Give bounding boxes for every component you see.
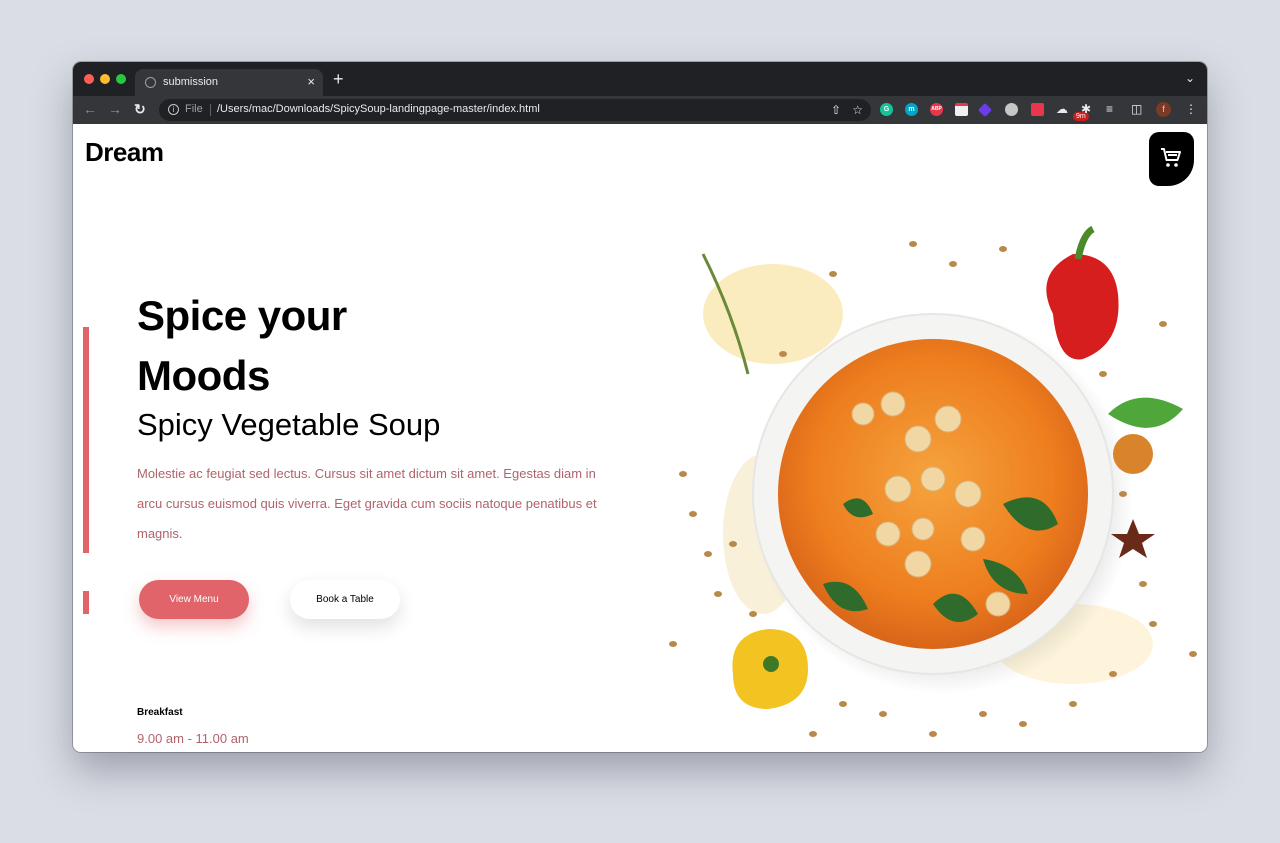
hero-subheading: Spicy Vegetable Soup: [137, 407, 441, 442]
cart-button[interactable]: [1149, 132, 1194, 186]
file-scheme-label: File: [185, 103, 203, 115]
headline-line-2: Moods: [137, 352, 270, 399]
tab-submission[interactable]: submission ×: [135, 69, 323, 96]
profile-avatar[interactable]: f: [1156, 102, 1171, 117]
hours-label: Breakfast: [137, 707, 183, 718]
puzzle-extensions-icon[interactable]: ✱: [1081, 102, 1091, 116]
headline-line-1: Spice your: [137, 292, 347, 339]
forward-arrow-icon[interactable]: →: [108, 101, 122, 117]
grammarly-extension-icon[interactable]: G: [880, 103, 893, 116]
adblock-plus-extension-icon[interactable]: ABP: [930, 103, 943, 116]
m-extension-icon[interactable]: m: [905, 103, 918, 116]
share-icon[interactable]: ⇧: [831, 103, 841, 117]
landing-page: Dream Spice your Moods Spicy Vegetable S…: [73, 124, 1207, 752]
browser-window: submission × + ⌄ ← → ↻ i File /Users/mac…: [73, 62, 1207, 752]
accent-bar-small: [83, 591, 89, 614]
reload-icon[interactable]: ↻: [134, 101, 146, 117]
tab-title: submission: [163, 76, 219, 88]
view-menu-button[interactable]: View Menu: [139, 580, 249, 619]
maximize-window-button[interactable]: [116, 74, 126, 84]
back-arrow-icon[interactable]: ←: [83, 101, 97, 117]
reading-list-icon[interactable]: ≡: [1106, 102, 1113, 116]
soup-bowl-image: [669, 225, 1197, 737]
book-table-button[interactable]: Book a Table: [290, 580, 400, 619]
address-bar[interactable]: i File /Users/mac/Downloads/SpicySoup-la…: [159, 99, 871, 121]
more-menu-icon[interactable]: ⋮: [1185, 102, 1197, 116]
info-icon[interactable]: i: [168, 104, 179, 115]
red-extension-icon[interactable]: [1031, 103, 1044, 116]
divider: [210, 104, 211, 116]
new-tab-button[interactable]: +: [333, 70, 344, 88]
bookmark-star-icon[interactable]: ☆: [852, 103, 863, 117]
close-window-button[interactable]: [84, 74, 94, 84]
minimize-window-button[interactable]: [100, 74, 110, 84]
accent-bar: [83, 327, 89, 553]
hours-value: 9.00 am - 11.00 am: [137, 731, 249, 746]
hero-description: Molestie ac feugiat sed lectus. Cursus s…: [137, 466, 597, 541]
side-panel-icon[interactable]: ◫: [1131, 102, 1142, 116]
globe-extension-icon[interactable]: [1005, 103, 1018, 116]
tab-close-icon[interactable]: ×: [307, 74, 315, 89]
url-text[interactable]: /Users/mac/Downloads/SpicySoup-landingpa…: [217, 103, 540, 115]
tab-strip: submission × + ⌄: [73, 62, 1207, 96]
notes-extension-icon[interactable]: [955, 103, 968, 116]
cart-icon: [1161, 148, 1181, 167]
hero-headline: Spice your Moods: [137, 286, 437, 406]
site-logo[interactable]: Dream: [85, 137, 164, 168]
cast-icon[interactable]: ☁: [1056, 102, 1068, 116]
purple-extension-icon[interactable]: [977, 102, 993, 118]
browser-toolbar: ← → ↻ i File /Users/mac/Downloads/SpicyS…: [73, 96, 1207, 124]
globe-icon: [145, 77, 156, 88]
chevron-down-icon[interactable]: ⌄: [1185, 71, 1195, 85]
